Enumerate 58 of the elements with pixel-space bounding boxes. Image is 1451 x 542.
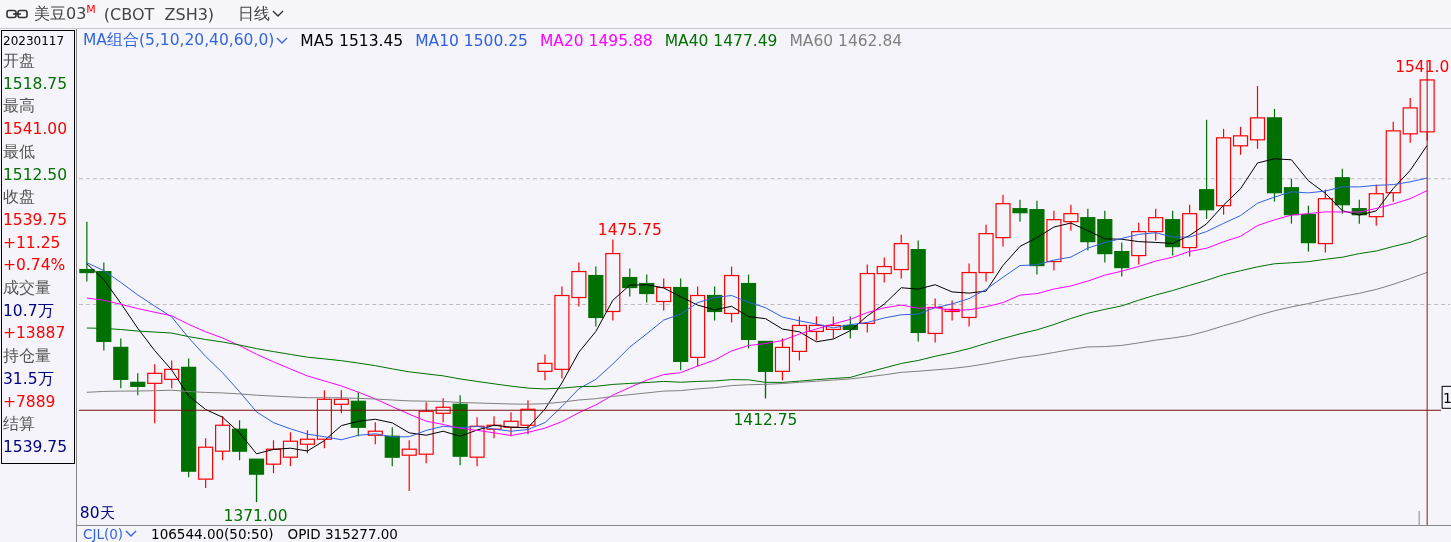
- field-value: +11.25: [3, 232, 62, 254]
- field-label: 成交量: [3, 278, 52, 300]
- field-label: 开盘: [3, 51, 36, 72]
- period-dropdown[interactable]: 日线: [238, 3, 285, 25]
- symbol-title: 美豆03$^{M}$: [34, 2, 96, 26]
- field-value: 1539.75: [3, 436, 69, 458]
- candlestick: [978, 224, 994, 283]
- peak-price-label: 1475.75: [597, 220, 662, 239]
- chevron-down-icon: [276, 36, 289, 45]
- candlestick: [1300, 205, 1316, 253]
- field-value: +0.74%: [3, 255, 67, 277]
- candlestick: [774, 337, 791, 381]
- candlestick: [1131, 222, 1147, 266]
- field-value: +13887: [3, 323, 67, 345]
- candlestick: [757, 340, 774, 399]
- candlestick: [825, 315, 841, 339]
- candlestick: [639, 273, 655, 304]
- chevron-down-icon: [272, 10, 285, 18]
- candlestick: [248, 458, 265, 503]
- candlestick: [231, 419, 248, 461]
- low-price-label: 1371.00: [223, 507, 288, 525]
- ma-value: MA20 1495.88: [539, 31, 653, 50]
- field-label: 结算: [3, 414, 36, 436]
- field-label: 最低: [3, 141, 36, 163]
- candlestick: [520, 399, 536, 435]
- ma-value: MA40 1477.49: [664, 31, 778, 50]
- chevron-down-icon: [125, 530, 138, 538]
- price-tag: 1: [1441, 385, 1451, 409]
- ma-value: MA60 1462.84: [789, 31, 903, 50]
- field-value: 31.5万: [3, 368, 55, 390]
- candlestick: [588, 265, 604, 327]
- candlestick: [503, 411, 519, 437]
- link-icon[interactable]: [6, 9, 28, 19]
- ma-value: MA5 1513.45: [300, 31, 404, 50]
- indicator-value: OPID 315277.00: [287, 526, 398, 542]
- date-text: 20230117: [3, 33, 66, 50]
- candlestick: [1317, 189, 1333, 254]
- candlestick: [401, 439, 417, 492]
- field-value: 10.7万: [3, 300, 55, 322]
- candlestick: [1165, 210, 1181, 257]
- field-value: 1518.75: [3, 73, 69, 95]
- trough-price-label: 1412.75: [733, 411, 798, 430]
- field-value: 1512.50: [3, 164, 69, 186]
- field-label: 收盘: [3, 187, 36, 209]
- field-value: +7889: [3, 391, 57, 413]
- field-label: 最高: [3, 96, 36, 118]
- days-label: 80天: [79, 504, 115, 522]
- field-value: 1541.00: [3, 119, 69, 141]
- field-label: 持仓量: [3, 346, 52, 368]
- indicator-selector[interactable]: CJL(0): [83, 526, 138, 542]
- contract-code: (CBOT ZSH3): [103, 4, 215, 24]
- candlestick: [215, 415, 231, 461]
- candlestick: [265, 439, 282, 474]
- indicator-value: 106544.00(50:50): [151, 526, 274, 542]
- field-value: 1539.75: [3, 209, 69, 231]
- ma-selector[interactable]: MA组合(5,10,20,40,60,0): [83, 30, 289, 52]
- ma-value: MA10 1500.25: [415, 31, 528, 50]
- candlestick: [1148, 208, 1164, 242]
